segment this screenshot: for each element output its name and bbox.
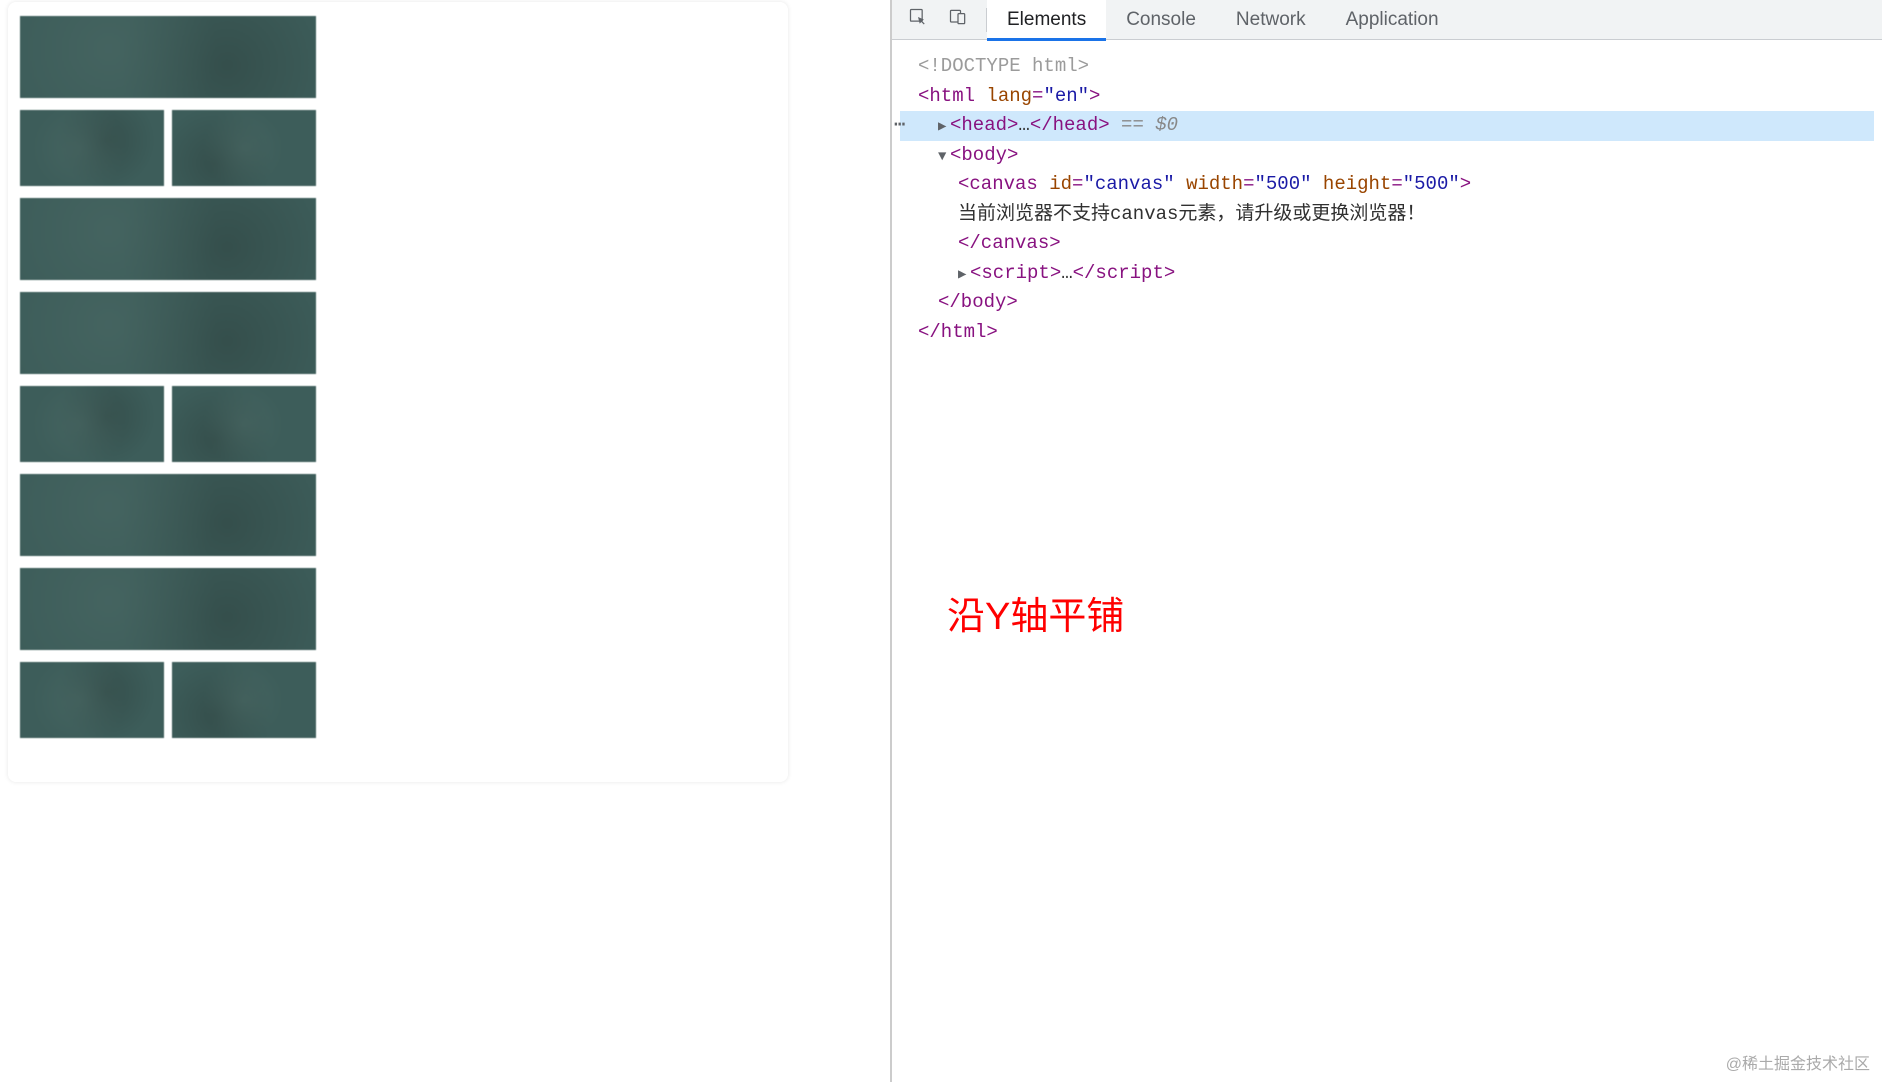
brick — [20, 568, 316, 650]
brick-row — [20, 198, 318, 280]
brick-row — [20, 292, 318, 374]
brick-row — [20, 568, 318, 650]
dom-canvas-close[interactable]: </canvas> — [900, 229, 1874, 259]
watermark: @稀土掘金技术社区 — [1726, 1050, 1870, 1074]
brick-row — [20, 662, 318, 738]
devtools-panel: Elements Console Network Application <!D… — [892, 0, 1882, 1082]
brick — [172, 110, 316, 186]
brick-row — [20, 110, 318, 186]
brick — [20, 662, 164, 738]
brick — [20, 110, 164, 186]
brick — [20, 16, 316, 98]
annotation-text: 沿Y轴平铺 — [947, 590, 1124, 645]
brick-row — [20, 474, 318, 556]
dom-canvas-open[interactable]: <canvas id="canvas" width="500" height="… — [900, 170, 1874, 200]
brick — [20, 386, 164, 462]
brick — [20, 198, 316, 280]
brick — [20, 474, 316, 556]
dom-body-close[interactable]: </body> — [900, 288, 1874, 318]
dom-script[interactable]: ▶<script>…</script> — [900, 259, 1874, 289]
expand-triangle-icon[interactable]: ▶ — [958, 265, 970, 285]
devtools-tabbar: Elements Console Network Application — [892, 0, 1882, 40]
page-preview-panel — [0, 0, 890, 1082]
canvas-preview — [8, 2, 788, 782]
brick — [20, 292, 316, 374]
dom-head-selected[interactable]: ▶<head>…</head> == $0 — [900, 111, 1874, 141]
expand-triangle-icon[interactable]: ▶ — [938, 117, 950, 137]
devtools-tool-icons — [908, 8, 987, 32]
inspect-element-icon[interactable] — [908, 7, 928, 32]
brick-row — [20, 386, 318, 462]
brick-pattern — [8, 2, 318, 782]
dom-body-open[interactable]: ▼<body> — [900, 141, 1874, 171]
brick — [172, 386, 316, 462]
tab-elements[interactable]: Elements — [987, 0, 1106, 40]
tab-application[interactable]: Application — [1326, 0, 1459, 40]
dom-html-open[interactable]: <html lang="en"> — [900, 82, 1874, 112]
tab-console[interactable]: Console — [1106, 0, 1216, 40]
device-toggle-icon[interactable] — [948, 7, 968, 32]
dom-tree[interactable]: <!DOCTYPE html> <html lang="en"> ▶<head>… — [892, 40, 1882, 1082]
collapse-triangle-icon[interactable]: ▼ — [938, 147, 950, 167]
brick — [172, 662, 316, 738]
dom-doctype[interactable]: <!DOCTYPE html> — [900, 52, 1874, 82]
dom-canvas-text[interactable]: 当前浏览器不支持canvas元素，请升级或更换浏览器！ — [900, 200, 1874, 230]
tab-network[interactable]: Network — [1216, 0, 1326, 40]
brick-row — [20, 16, 318, 98]
dom-html-close[interactable]: </html> — [900, 318, 1874, 348]
